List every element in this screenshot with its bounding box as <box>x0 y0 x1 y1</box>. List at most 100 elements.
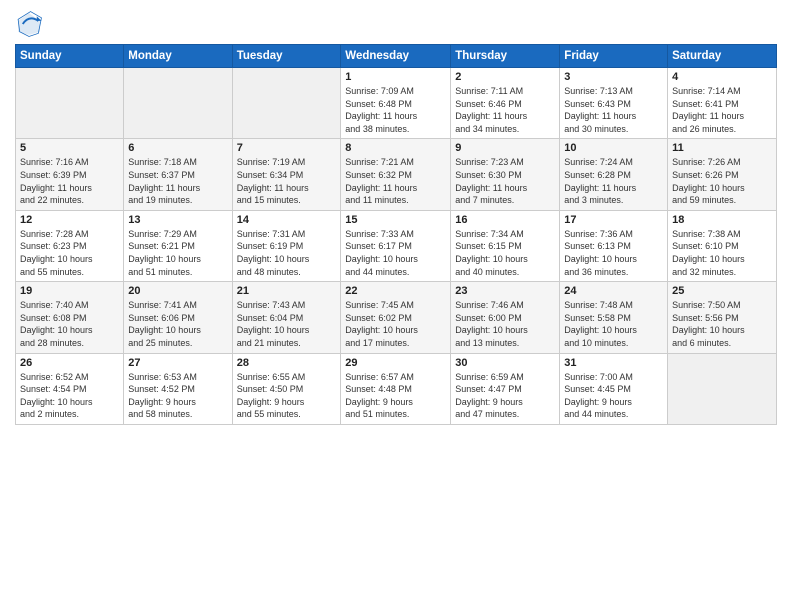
calendar-cell: 14 Sunrise: 7:31 AM Sunset: 6:19 PM Dayli… <box>232 210 341 281</box>
day-info: Sunrise: 7:31 AM Sunset: 6:19 PM Dayligh… <box>237 228 337 278</box>
day-info: Sunrise: 7:24 AM Sunset: 6:28 PM Dayligh… <box>564 156 663 206</box>
day-info: Sunrise: 7:09 AM Sunset: 6:48 PM Dayligh… <box>345 85 446 135</box>
day-number: 28 <box>237 357 337 369</box>
day-info: Sunrise: 7:16 AM Sunset: 6:39 PM Dayligh… <box>20 156 119 206</box>
calendar-week-row: 1 Sunrise: 7:09 AM Sunset: 6:48 PM Daylig… <box>16 68 777 139</box>
day-info: Sunrise: 7:13 AM Sunset: 6:43 PM Dayligh… <box>564 85 663 135</box>
day-info: Sunrise: 7:48 AM Sunset: 5:58 PM Dayligh… <box>564 299 663 349</box>
calendar-week-row: 19 Sunrise: 7:40 AM Sunset: 6:08 PM Dayli… <box>16 282 777 353</box>
calendar-cell: 27Sunrise: 6:53 AM Sunset: 4:52 PM Dayli… <box>124 353 232 424</box>
day-number: 16 <box>455 214 555 226</box>
day-info: Sunrise: 7:00 AM Sunset: 4:45 PM Dayligh… <box>564 371 663 421</box>
day-info: Sunrise: 7:11 AM Sunset: 6:46 PM Dayligh… <box>455 85 555 135</box>
calendar-cell: 11 Sunrise: 7:26 AM Sunset: 6:26 PM Dayli… <box>668 139 777 210</box>
calendar-week-row: 26 Sunrise: 6:52 AM Sunset: 4:54 PM Dayli… <box>16 353 777 424</box>
calendar-cell <box>232 68 341 139</box>
calendar-cell <box>16 68 124 139</box>
calendar-cell: 3 Sunrise: 7:13 AM Sunset: 6:43 PM Daylig… <box>560 68 668 139</box>
day-number: 21 <box>237 285 337 297</box>
day-info: Sunrise: 7:46 AM Sunset: 6:00 PM Dayligh… <box>455 299 555 349</box>
day-info: Sunrise: 7:45 AM Sunset: 6:02 PM Dayligh… <box>345 299 446 349</box>
day-info: Sunrise: 7:14 AM Sunset: 6:41 PM Dayligh… <box>672 85 772 135</box>
calendar-cell: 19 Sunrise: 7:40 AM Sunset: 6:08 PM Dayli… <box>16 282 124 353</box>
calendar-cell: 21 Sunrise: 7:43 AM Sunset: 6:04 PM Dayli… <box>232 282 341 353</box>
day-info: Sunrise: 7:33 AM Sunset: 6:17 PM Dayligh… <box>345 228 446 278</box>
calendar-cell: 5 Sunrise: 7:16 AM Sunset: 6:39 PM Daylig… <box>16 139 124 210</box>
day-number: 22 <box>345 285 446 297</box>
calendar-cell: 17Sunrise: 7:36 AM Sunset: 6:13 PM Dayli… <box>560 210 668 281</box>
day-info: Sunrise: 7:23 AM Sunset: 6:30 PM Dayligh… <box>455 156 555 206</box>
calendar-cell: 8Sunrise: 7:21 AM Sunset: 6:32 PM Daylig… <box>341 139 451 210</box>
day-number: 5 <box>20 142 119 154</box>
day-number: 10 <box>564 142 663 154</box>
calendar-cell: 15 Sunrise: 7:33 AM Sunset: 6:17 PM Dayli… <box>341 210 451 281</box>
calendar-cell: 4 Sunrise: 7:14 AM Sunset: 6:41 PM Daylig… <box>668 68 777 139</box>
day-number: 13 <box>128 214 227 226</box>
day-number: 19 <box>20 285 119 297</box>
calendar: SundayMondayTuesdayWednesdayThursdayFrid… <box>15 44 777 425</box>
calendar-header-row: SundayMondayTuesdayWednesdayThursdayFrid… <box>16 45 777 68</box>
day-number: 7 <box>237 142 337 154</box>
day-info: Sunrise: 7:18 AM Sunset: 6:37 PM Dayligh… <box>128 156 227 206</box>
calendar-cell <box>124 68 232 139</box>
calendar-cell: 7Sunrise: 7:19 AM Sunset: 6:34 PM Daylig… <box>232 139 341 210</box>
day-number: 26 <box>20 357 119 369</box>
day-info: Sunrise: 7:41 AM Sunset: 6:06 PM Dayligh… <box>128 299 227 349</box>
calendar-cell: 6 Sunrise: 7:18 AM Sunset: 6:37 PM Daylig… <box>124 139 232 210</box>
day-number: 2 <box>455 71 555 83</box>
calendar-cell: 16 Sunrise: 7:34 AM Sunset: 6:15 PM Dayli… <box>451 210 560 281</box>
day-info: Sunrise: 7:26 AM Sunset: 6:26 PM Dayligh… <box>672 156 772 206</box>
calendar-header-monday: Monday <box>124 45 232 68</box>
day-number: 18 <box>672 214 772 226</box>
day-info: Sunrise: 7:50 AM Sunset: 5:56 PM Dayligh… <box>672 299 772 349</box>
day-number: 20 <box>128 285 227 297</box>
calendar-week-row: 5 Sunrise: 7:16 AM Sunset: 6:39 PM Daylig… <box>16 139 777 210</box>
day-info: Sunrise: 6:59 AM Sunset: 4:47 PM Dayligh… <box>455 371 555 421</box>
day-number: 11 <box>672 142 772 154</box>
day-number: 27 <box>128 357 227 369</box>
calendar-header-saturday: Saturday <box>668 45 777 68</box>
day-number: 24 <box>564 285 663 297</box>
calendar-cell: 30 Sunrise: 6:59 AM Sunset: 4:47 PM Dayli… <box>451 353 560 424</box>
calendar-header-friday: Friday <box>560 45 668 68</box>
day-info: Sunrise: 7:43 AM Sunset: 6:04 PM Dayligh… <box>237 299 337 349</box>
calendar-cell: 31Sunrise: 7:00 AM Sunset: 4:45 PM Dayli… <box>560 353 668 424</box>
calendar-cell <box>668 353 777 424</box>
day-info: Sunrise: 7:40 AM Sunset: 6:08 PM Dayligh… <box>20 299 119 349</box>
day-info: Sunrise: 6:52 AM Sunset: 4:54 PM Dayligh… <box>20 371 119 421</box>
day-number: 3 <box>564 71 663 83</box>
day-number: 23 <box>455 285 555 297</box>
calendar-header-thursday: Thursday <box>451 45 560 68</box>
day-number: 25 <box>672 285 772 297</box>
calendar-cell: 12 Sunrise: 7:28 AM Sunset: 6:23 PM Dayli… <box>16 210 124 281</box>
day-number: 29 <box>345 357 446 369</box>
calendar-week-row: 12 Sunrise: 7:28 AM Sunset: 6:23 PM Dayli… <box>16 210 777 281</box>
day-info: Sunrise: 7:34 AM Sunset: 6:15 PM Dayligh… <box>455 228 555 278</box>
day-number: 14 <box>237 214 337 226</box>
calendar-cell: 28 Sunrise: 6:55 AM Sunset: 4:50 PM Dayli… <box>232 353 341 424</box>
day-number: 6 <box>128 142 227 154</box>
calendar-cell: 9 Sunrise: 7:23 AM Sunset: 6:30 PM Daylig… <box>451 139 560 210</box>
day-info: Sunrise: 7:29 AM Sunset: 6:21 PM Dayligh… <box>128 228 227 278</box>
day-number: 1 <box>345 71 446 83</box>
calendar-cell: 1 Sunrise: 7:09 AM Sunset: 6:48 PM Daylig… <box>341 68 451 139</box>
day-number: 4 <box>672 71 772 83</box>
day-number: 9 <box>455 142 555 154</box>
day-info: Sunrise: 6:57 AM Sunset: 4:48 PM Dayligh… <box>345 371 446 421</box>
day-info: Sunrise: 7:28 AM Sunset: 6:23 PM Dayligh… <box>20 228 119 278</box>
day-number: 12 <box>20 214 119 226</box>
calendar-cell: 29 Sunrise: 6:57 AM Sunset: 4:48 PM Dayli… <box>341 353 451 424</box>
calendar-cell: 26 Sunrise: 6:52 AM Sunset: 4:54 PM Dayli… <box>16 353 124 424</box>
day-info: Sunrise: 7:38 AM Sunset: 6:10 PM Dayligh… <box>672 228 772 278</box>
calendar-header-wednesday: Wednesday <box>341 45 451 68</box>
day-number: 17 <box>564 214 663 226</box>
day-number: 8 <box>345 142 446 154</box>
day-number: 15 <box>345 214 446 226</box>
calendar-cell: 2 Sunrise: 7:11 AM Sunset: 6:46 PM Daylig… <box>451 68 560 139</box>
logo <box>15 10 47 38</box>
calendar-cell: 13 Sunrise: 7:29 AM Sunset: 6:21 PM Dayli… <box>124 210 232 281</box>
calendar-cell: 22 Sunrise: 7:45 AM Sunset: 6:02 PM Dayli… <box>341 282 451 353</box>
day-number: 30 <box>455 357 555 369</box>
day-info: Sunrise: 6:55 AM Sunset: 4:50 PM Dayligh… <box>237 371 337 421</box>
calendar-cell: 24 Sunrise: 7:48 AM Sunset: 5:58 PM Dayli… <box>560 282 668 353</box>
